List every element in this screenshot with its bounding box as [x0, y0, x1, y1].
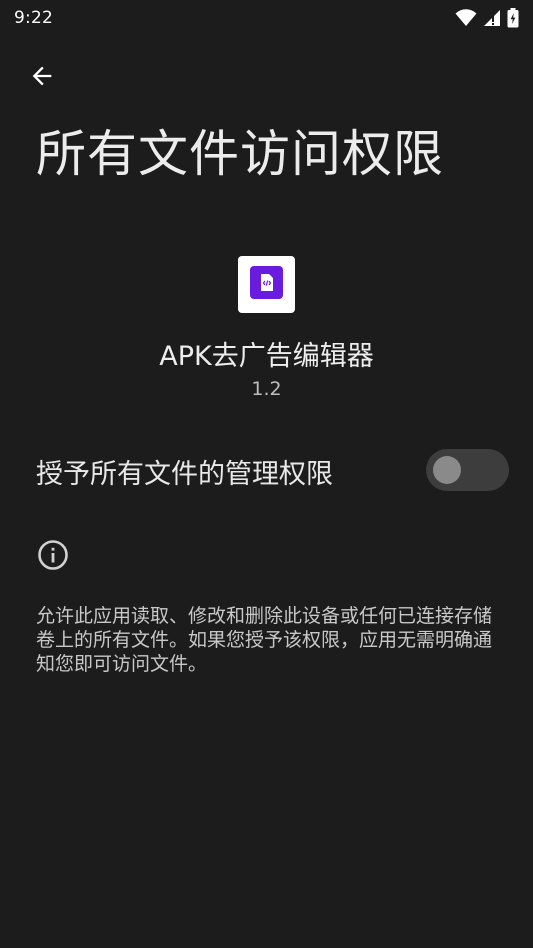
wifi-icon	[455, 9, 477, 27]
app-icon	[238, 256, 295, 313]
permission-toggle[interactable]	[426, 449, 509, 491]
status-bar: 9:22	[0, 0, 533, 36]
arrow-left-icon	[28, 62, 56, 94]
code-file-icon	[250, 266, 283, 303]
toggle-thumb	[433, 456, 461, 484]
permission-row[interactable]: 授予所有文件的管理权限	[0, 440, 533, 502]
info-icon	[37, 539, 69, 571]
status-icons	[455, 8, 519, 28]
app-version: 1.2	[251, 378, 282, 400]
page-title: 所有文件访问权限	[36, 125, 444, 183]
permission-label: 授予所有文件的管理权限	[36, 459, 333, 490]
status-time: 9:22	[14, 8, 53, 28]
signal-icon	[483, 9, 501, 27]
battery-charging-icon	[507, 8, 519, 28]
permission-description: 允许此应用读取、修改和删除此设备或任何已连接存储卷上的所有文件。如果您授予该权限…	[36, 605, 493, 675]
app-name: APK去广告编辑器	[159, 341, 374, 372]
back-button[interactable]	[22, 58, 62, 98]
